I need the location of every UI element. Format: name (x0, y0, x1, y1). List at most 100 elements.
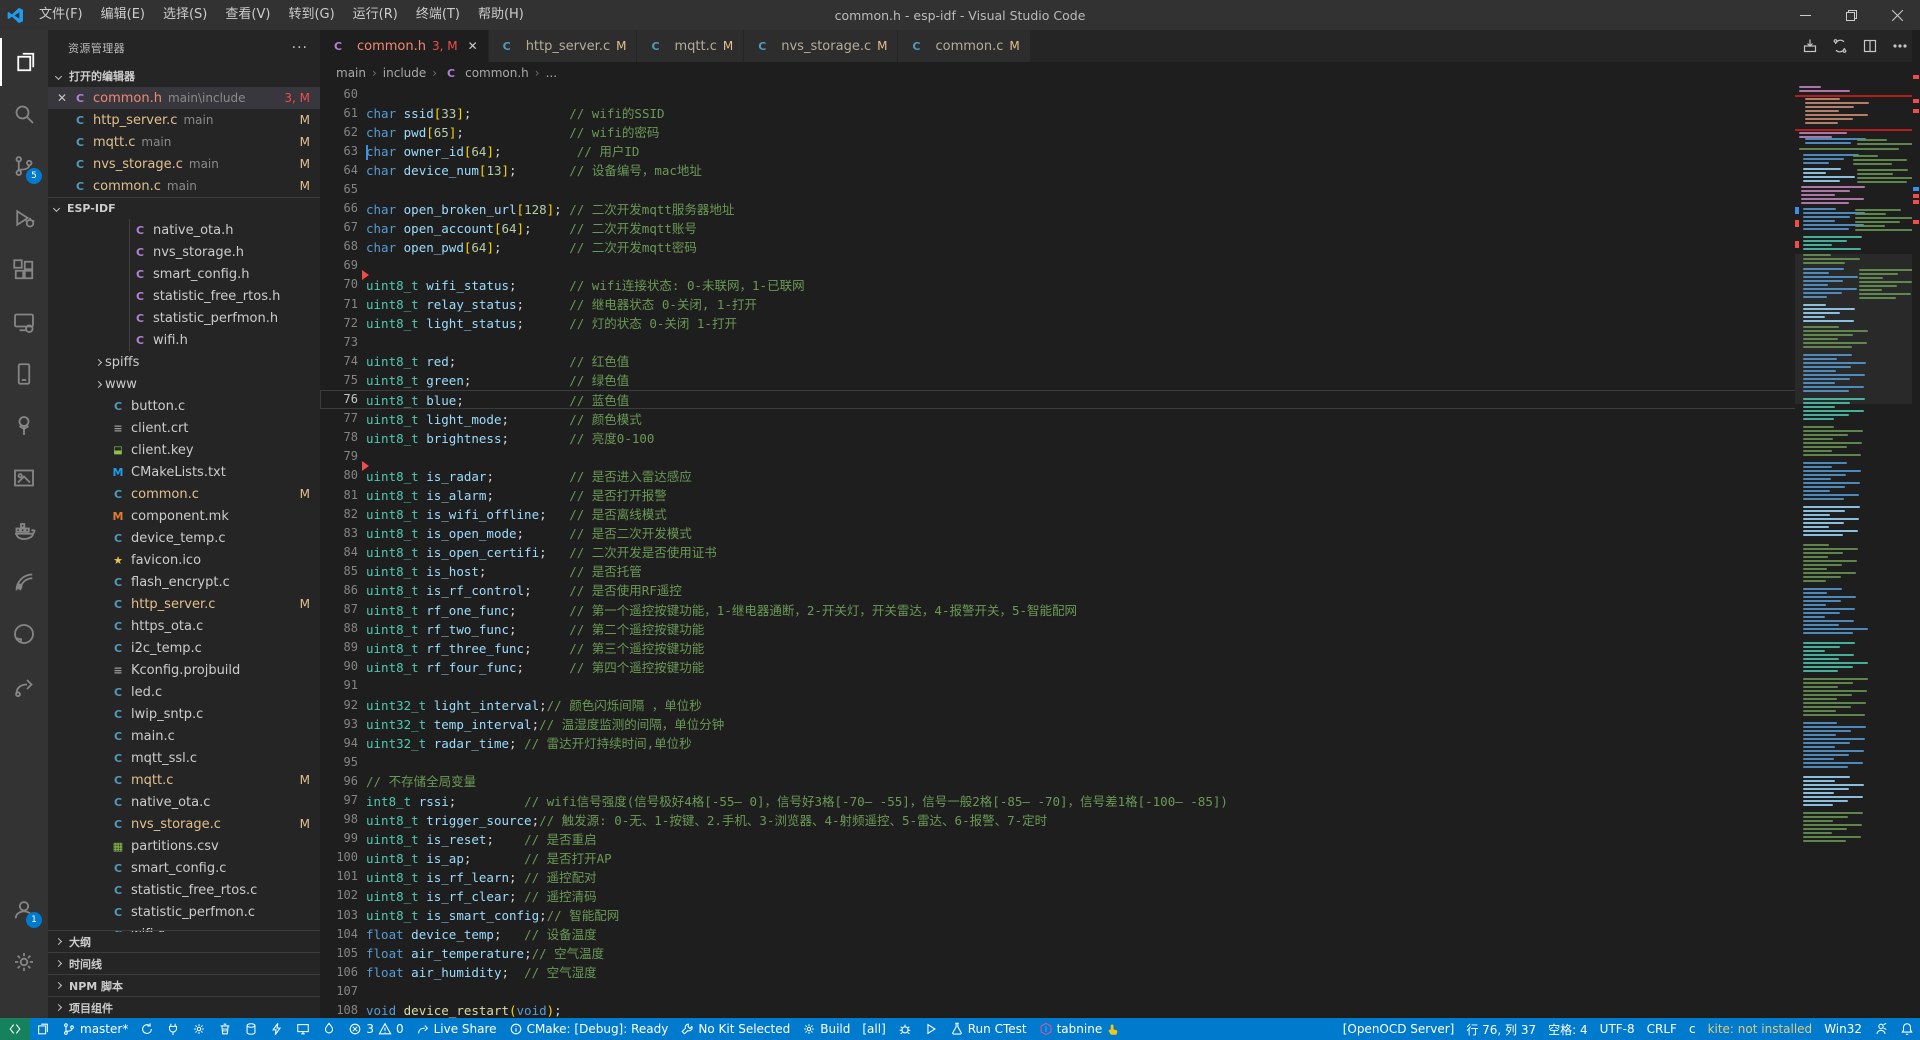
tree-file-nvs_storage.c[interactable]: Cnvs_storage.cM (48, 813, 320, 835)
open-editor-item[interactable]: ✕Ccommon.hmain\include3, M (48, 87, 320, 109)
minimize-button[interactable] (1782, 0, 1828, 30)
open-editor-item[interactable]: Ccommon.cmainM (48, 175, 320, 197)
tree-file-led.c[interactable]: Cled.c (48, 681, 320, 703)
tree-file-i2c_temp.c[interactable]: Ci2c_temp.c (48, 637, 320, 659)
status-problems[interactable]: 30 (342, 1018, 409, 1040)
tab-mqtt.c[interactable]: Cmqtt.cM (637, 30, 743, 62)
menu-h[interactable]: 帮助(H) (469, 0, 533, 30)
tree-folder-www[interactable]: www (48, 373, 320, 395)
close-icon[interactable]: ✕ (54, 91, 70, 105)
menu-v[interactable]: 查看(V) (216, 0, 279, 30)
tree-file-mqtt.c[interactable]: Cmqtt.cM (48, 769, 320, 791)
tree-file-client.crt[interactable]: ≡client.crt (48, 417, 320, 439)
search-icon[interactable] (0, 90, 48, 138)
status-feedback[interactable] (1868, 1018, 1894, 1040)
status-remote-window[interactable] (0, 1018, 30, 1040)
menu-g[interactable]: 转到(G) (279, 0, 343, 30)
sidebar-section-NPM 脚本[interactable]: NPM 脚本 (48, 974, 320, 996)
tree-file-statistic_perfmon.c[interactable]: Cstatistic_perfmon.c (48, 901, 320, 923)
tree-file-native_ota.h[interactable]: Cnative_ota.h (48, 219, 320, 241)
status-cursor-position[interactable]: 行 76, 列 37 (1460, 1018, 1542, 1040)
status-live-share[interactable]: Live Share (410, 1018, 503, 1040)
status-openocd-server[interactable]: [OpenOCD Server] (1337, 1018, 1461, 1040)
status-flash-device[interactable] (264, 1018, 290, 1040)
close-button[interactable] (1874, 0, 1920, 30)
status-erase-flash[interactable] (238, 1018, 264, 1040)
open-editor-item[interactable]: Cnvs_storage.cmainM (48, 153, 320, 175)
tree-file-https_ota.c[interactable]: Chttps_ota.c (48, 615, 320, 637)
tab-http_server.c[interactable]: Chttp_server.cM (489, 30, 637, 62)
open-editors-header[interactable]: 打开的编辑器 (48, 65, 320, 87)
close-icon[interactable]: ✕ (468, 39, 478, 53)
tree-file-CMakeLists.txt[interactable]: MCMakeLists.txt (48, 461, 320, 483)
status-kite-status[interactable]: kite: not installed (1702, 1018, 1819, 1040)
status-cmake-kit[interactable]: No Kit Selected (674, 1018, 796, 1040)
tree-file-http_server.c[interactable]: Chttp_server.cM (48, 593, 320, 615)
menu-t[interactable]: 终端(T) (407, 0, 469, 30)
github-icon[interactable] (0, 610, 48, 658)
tree-file-mqtt_ssl.c[interactable]: Cmqtt_ssl.c (48, 747, 320, 769)
espidf-section-header[interactable]: ESP-IDF (48, 197, 320, 219)
breadcrumb-item[interactable]: ... (546, 66, 557, 80)
status-indentation[interactable]: 空格: 4 (1542, 1018, 1594, 1040)
code-editor[interactable]: 60 61char ssid[33]; // wifi的SSID62char p… (320, 84, 1920, 1018)
breadcrumb[interactable]: main›include›Ccommon.h›... (320, 62, 1920, 84)
tree-file-statistic_free_rtos.c[interactable]: Cstatistic_free_rtos.c (48, 879, 320, 901)
overview-ruler[interactable] (1912, 30, 1920, 1018)
tree-file-statistic_perfmon.h[interactable]: Cstatistic_perfmon.h (48, 307, 320, 329)
tree-file-common.c[interactable]: Ccommon.cM (48, 483, 320, 505)
sidebar-section-大纲[interactable]: 大纲 (48, 930, 320, 952)
status-run-ctest[interactable]: Run CTest (944, 1018, 1033, 1040)
tree-file-nvs_storage.h[interactable]: Cnvs_storage.h (48, 241, 320, 263)
remote-explorer-icon[interactable] (0, 298, 48, 346)
status-serial-port[interactable] (160, 1018, 186, 1040)
sidebar-section-项目组件[interactable]: 项目组件 (48, 996, 320, 1018)
image-preview-icon[interactable] (0, 454, 48, 502)
run-debug-icon[interactable] (0, 194, 48, 242)
tree-file-lwip_sntp.c[interactable]: Clwip_sntp.c (48, 703, 320, 725)
more-actions-icon[interactable] (1892, 38, 1908, 54)
tree-file-smart_config.h[interactable]: Csmart_config.h (48, 263, 320, 285)
tree-folder-spiffs[interactable]: spiffs (48, 351, 320, 373)
accounts-icon[interactable]: 1 (0, 886, 48, 934)
tree-file-device_temp.c[interactable]: Cdevice_temp.c (48, 527, 320, 549)
tab-common.c[interactable]: Ccommon.cM (898, 30, 1029, 62)
settings-icon[interactable] (0, 938, 48, 986)
tree-file-favicon.ico[interactable]: ★favicon.ico (48, 549, 320, 571)
status-debug-target[interactable] (892, 1018, 918, 1040)
extensions-icon[interactable] (0, 246, 48, 294)
status-full-clean[interactable] (212, 1018, 238, 1040)
status-git-branch[interactable]: master* (56, 1018, 134, 1040)
tree-file-button.c[interactable]: Cbutton.c (48, 395, 320, 417)
explorer-more-actions-icon[interactable]: ··· (292, 40, 308, 56)
menu-f[interactable]: 文件(F) (30, 0, 92, 30)
tree-file-main.c[interactable]: Cmain.c (48, 725, 320, 747)
compare-changes-icon[interactable] (1832, 38, 1848, 54)
breadcrumb-item[interactable]: common.h (465, 66, 529, 80)
tree-file-partitions.csv[interactable]: ▦partitions.csv (48, 835, 320, 857)
status-encoding[interactable]: UTF-8 (1594, 1018, 1641, 1040)
explorer-icon[interactable] (0, 38, 48, 86)
tree-file-component.mk[interactable]: Mcomponent.mk (48, 505, 320, 527)
tab-common.h[interactable]: Ccommon.h3, M✕ (320, 30, 488, 62)
tree-file-Kconfig.projbuild[interactable]: ≡Kconfig.projbuild (48, 659, 320, 681)
source-control-icon[interactable]: 5 (0, 142, 48, 190)
tree-file-client.key[interactable]: ⬓client.key (48, 439, 320, 461)
tree-file-statistic_free_rtos.h[interactable]: Cstatistic_free_rtos.h (48, 285, 320, 307)
menu-r[interactable]: 运行(R) (344, 0, 407, 30)
tree-file-wifi.h[interactable]: Cwifi.h (48, 329, 320, 351)
open-editor-item[interactable]: Chttp_server.cmainM (48, 109, 320, 131)
project-tree-icon[interactable] (0, 402, 48, 450)
status-eol[interactable]: CRLF (1641, 1018, 1683, 1040)
breadcrumb-item[interactable]: include (383, 66, 426, 80)
status-cmake-status[interactable]: CMake: [Debug]: Ready (503, 1018, 675, 1040)
menu-e[interactable]: 编辑(E) (92, 0, 154, 30)
open-editor-item[interactable]: Cmqtt.cmainM (48, 131, 320, 153)
minimap[interactable] (1795, 84, 1912, 1018)
status-monitor-device[interactable] (290, 1018, 316, 1040)
download-icon[interactable] (1802, 38, 1818, 54)
status-language-mode[interactable]: c (1683, 1018, 1702, 1040)
status-sync[interactable] (134, 1018, 160, 1040)
status-tabnine[interactable]: tabnine (1033, 1018, 1127, 1040)
tree-file-native_ota.c[interactable]: Cnative_ota.c (48, 791, 320, 813)
